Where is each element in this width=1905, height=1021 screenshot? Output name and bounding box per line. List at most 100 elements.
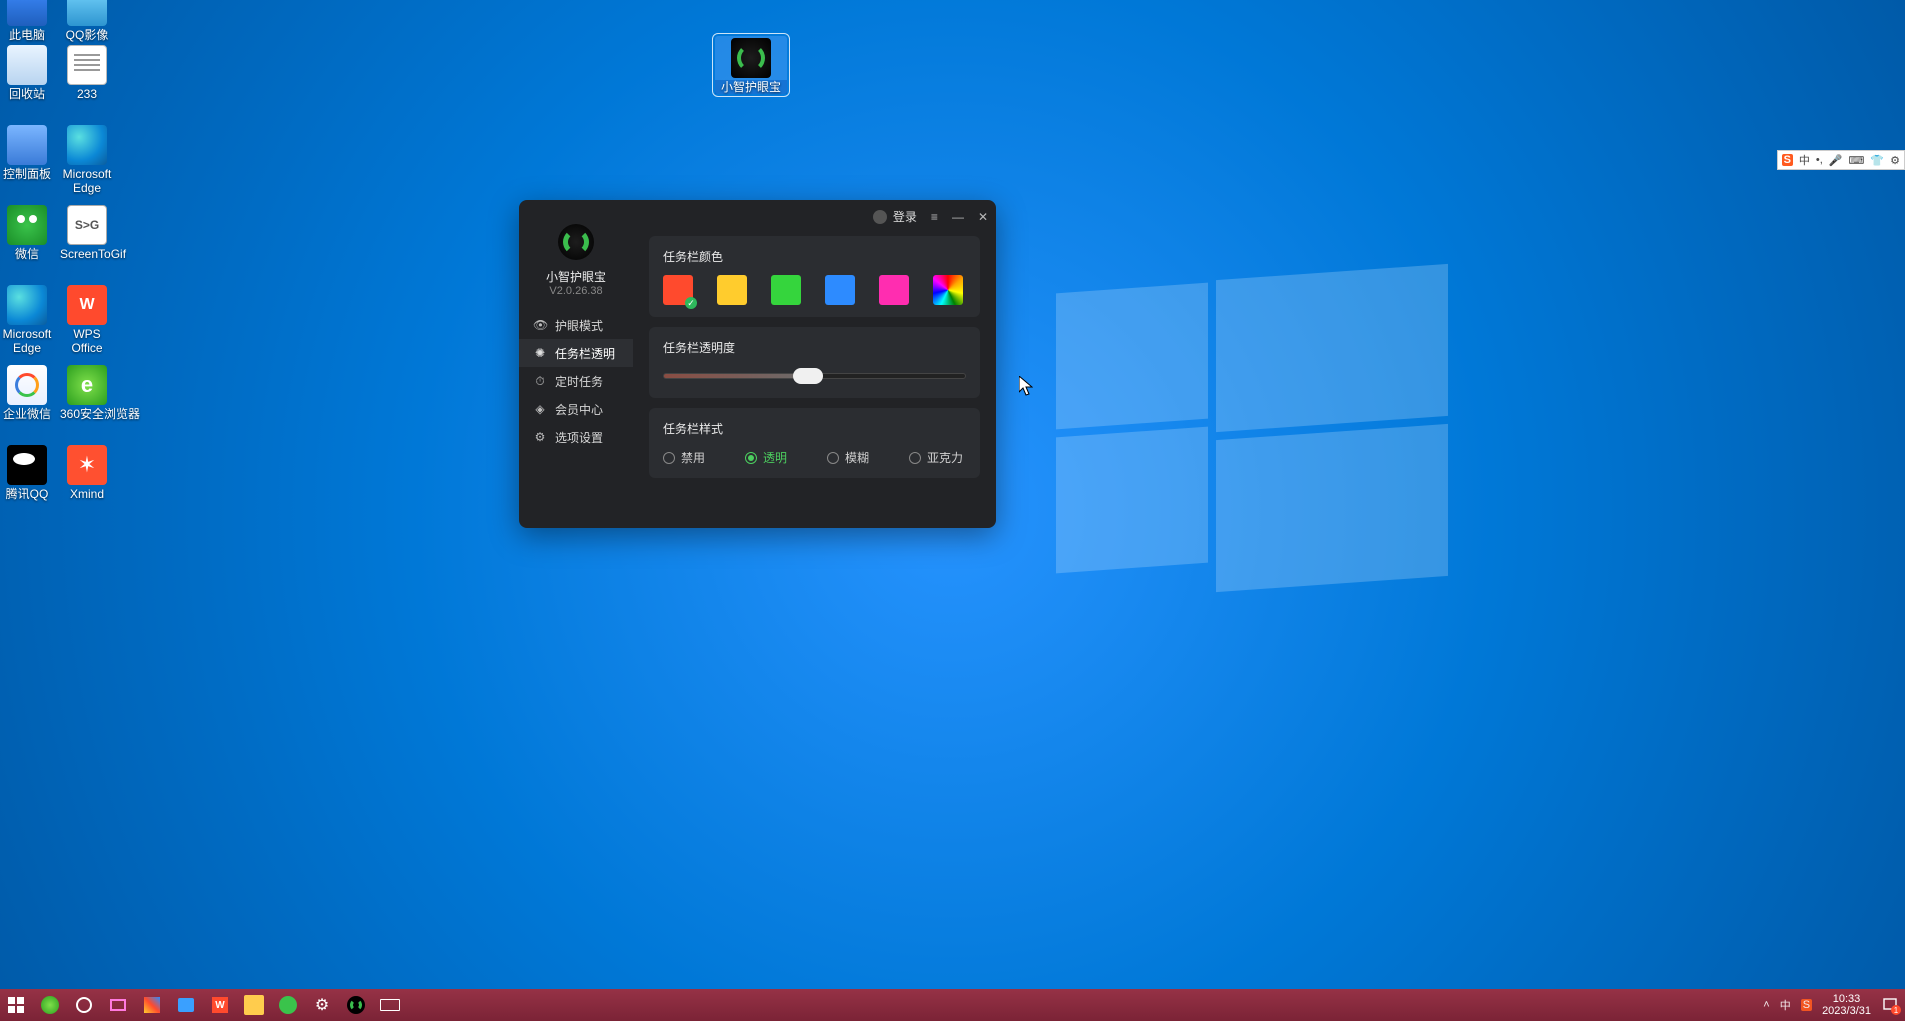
notification-button[interactable] xyxy=(1881,996,1899,1014)
desktop-icon-360[interactable]: 360安全浏览器 xyxy=(60,365,114,421)
desktop-icon-screentogif[interactable]: S>GScreenToGif xyxy=(60,205,114,261)
radio-circle-icon xyxy=(909,452,921,464)
clock-date: 2023/3/31 xyxy=(1822,1005,1871,1017)
vip-icon: ◈ xyxy=(533,402,547,416)
desktop-icon-edge[interactable]: Microsoft Edge xyxy=(60,125,114,195)
desktop-icon-qqimg[interactable]: QQ影像 xyxy=(60,0,114,42)
ime-skin-icon[interactable]: 👕 xyxy=(1870,154,1884,167)
titlebar-controls: 登录 ≡ — ✕ xyxy=(873,208,988,225)
desktop-icon-edge2[interactable]: Microsoft Edge xyxy=(0,285,54,355)
desktop-icon-ctrlpanel[interactable]: 控制面板 xyxy=(0,125,54,181)
timer-icon: ⏱ xyxy=(533,374,547,389)
nav-item-label: 会员中心 xyxy=(555,401,603,418)
taskbar-app-snip[interactable] xyxy=(108,995,128,1015)
desktop-icon-label: 企业微信 xyxy=(0,407,54,421)
style-radio-acrylic[interactable]: 亚克力 xyxy=(909,449,963,466)
taskbar-right: ˄ 中 S 10:33 2023/3/31 xyxy=(1763,993,1899,1017)
card-title: 任务栏透明度 xyxy=(663,339,966,356)
desktop-icon-recycle[interactable]: 回收站 xyxy=(0,45,54,101)
taskbar-clock[interactable]: 10:33 2023/3/31 xyxy=(1822,993,1871,1017)
taskbar-app-wps[interactable]: W xyxy=(210,995,230,1015)
ime-toolbar[interactable]: S 中 •, 🎤 ⌨ 👕 ⚙ xyxy=(1777,150,1905,170)
color-swatch-4[interactable] xyxy=(879,275,909,305)
desktop-icon-wechatwork[interactable]: 企业微信 xyxy=(0,365,54,421)
desktop-icon-label: Xmind xyxy=(60,487,114,501)
tray-chevron-icon[interactable]: ˄ xyxy=(1763,999,1769,1011)
login-button[interactable]: 登录 xyxy=(873,208,917,225)
radio-label: 亚克力 xyxy=(927,449,963,466)
desktop-icon-label: ScreenToGif xyxy=(60,247,114,261)
slider-thumb[interactable] xyxy=(793,368,823,384)
taskbar-app-settings[interactable]: ⚙ xyxy=(312,995,332,1015)
ime-punct[interactable]: •, xyxy=(1816,154,1823,166)
style-radio-disable[interactable]: 禁用 xyxy=(663,449,705,466)
taskbar-app-explorer[interactable] xyxy=(244,995,264,1015)
color-swatch-2[interactable] xyxy=(771,275,801,305)
desktop-icon-label: 回收站 xyxy=(0,87,54,101)
desktop-icon-wechat[interactable]: 微信 xyxy=(0,205,54,261)
desktop-icon-qq[interactable]: 腾讯QQ xyxy=(0,445,54,501)
nav-item-label: 选项设置 xyxy=(555,429,603,446)
cursor-icon xyxy=(1019,376,1033,396)
opacity-slider[interactable] xyxy=(663,366,966,386)
taskbar-app-cortana[interactable] xyxy=(74,995,94,1015)
ime-voice-icon[interactable]: 🎤 xyxy=(1829,154,1843,167)
360-icon xyxy=(67,365,107,405)
color-swatch-5[interactable] xyxy=(933,275,963,305)
desktop-icon-label: 控制面板 xyxy=(0,167,54,181)
ime-settings-icon[interactable]: ⚙ xyxy=(1890,154,1900,167)
color-swatch-0[interactable] xyxy=(663,275,693,305)
taskbar-app-wechat[interactable] xyxy=(278,995,298,1015)
windows-logo xyxy=(1056,272,1448,568)
nav-item-mode[interactable]: 👁护眼模式 xyxy=(519,311,633,339)
desktop-icon-thispc[interactable]: 此电脑 xyxy=(0,0,54,42)
xmind-icon xyxy=(67,445,107,485)
nav-item-vip[interactable]: ◈ 会员中心 xyxy=(519,395,633,423)
desktop-icon-xmind[interactable]: Xmind xyxy=(60,445,114,501)
taskbar[interactable]: W ⚙ ˄ 中 S 10:33 2023/3/31 xyxy=(0,989,1905,1021)
qqimg-icon xyxy=(67,0,107,26)
color-swatch-3[interactable] xyxy=(825,275,855,305)
desktop[interactable]: 此电脑QQ影像回收站233控制面板Microsoft Edge微信S>GScre… xyxy=(0,0,1905,1021)
app-logo-icon xyxy=(558,224,594,260)
avatar-icon xyxy=(873,210,887,224)
xzhuyan-icon xyxy=(731,38,771,78)
app-window: 登录 ≡ — ✕ 小智护眼宝 V2.0.26.38 👁护眼模式✺任务栏透明⏱定时… xyxy=(519,200,996,528)
start-button[interactable] xyxy=(6,995,26,1015)
taskbar-app-xiaozhi[interactable] xyxy=(346,995,366,1015)
taskbar-app-paint[interactable] xyxy=(142,995,162,1015)
close-button[interactable]: ✕ xyxy=(978,210,988,224)
desktop-icon-label: 此电脑 xyxy=(0,28,54,42)
desktop-icon-wps[interactable]: WWPS Office xyxy=(60,285,114,355)
desktop-icon-txt233[interactable]: 233 xyxy=(60,45,114,101)
style-radio-blur[interactable]: 模糊 xyxy=(827,449,869,466)
edge2-icon xyxy=(7,285,47,325)
menu-icon[interactable]: ≡ xyxy=(931,210,938,224)
taskbar-app-360[interactable] xyxy=(40,995,60,1015)
taskbar-app-keyboard[interactable] xyxy=(380,995,400,1015)
tray-ime[interactable]: 中 xyxy=(1780,997,1791,1013)
nav-item-settings[interactable]: ⚙选项设置 xyxy=(519,423,633,451)
nav-item-taskbar[interactable]: ✺任务栏透明 xyxy=(519,339,633,367)
tray-sogou-icon[interactable]: S xyxy=(1801,999,1812,1011)
app-version: V2.0.26.38 xyxy=(549,285,602,297)
style-radio-transparent[interactable]: 透明 xyxy=(745,449,787,466)
nav-item-timer[interactable]: ⏱定时任务 xyxy=(519,367,633,395)
card-title: 任务栏样式 xyxy=(663,420,966,437)
sogou-logo-icon: S xyxy=(1782,154,1793,166)
desktop-icon-label: 腾讯QQ xyxy=(0,487,54,501)
radio-circle-icon xyxy=(827,452,839,464)
desktop-icon-label: QQ影像 xyxy=(60,28,114,42)
ime-lang[interactable]: 中 xyxy=(1799,152,1810,168)
color-swatch-1[interactable] xyxy=(717,275,747,305)
minimize-button[interactable]: — xyxy=(952,210,964,224)
color-swatches xyxy=(663,275,966,305)
login-label: 登录 xyxy=(893,208,917,225)
wechat-icon xyxy=(7,205,47,245)
desktop-icon-xzhuyan[interactable]: 小智护眼宝 xyxy=(715,36,787,94)
txt233-icon xyxy=(67,45,107,85)
ime-keyboard-icon[interactable]: ⌨ xyxy=(1849,154,1865,167)
nav-list: 👁护眼模式✺任务栏透明⏱定时任务 ◈ 会员中心 ⚙选项设置 xyxy=(519,311,633,451)
taskbar-app-explorer-pinned[interactable] xyxy=(176,995,196,1015)
wechatwork-icon xyxy=(7,365,47,405)
